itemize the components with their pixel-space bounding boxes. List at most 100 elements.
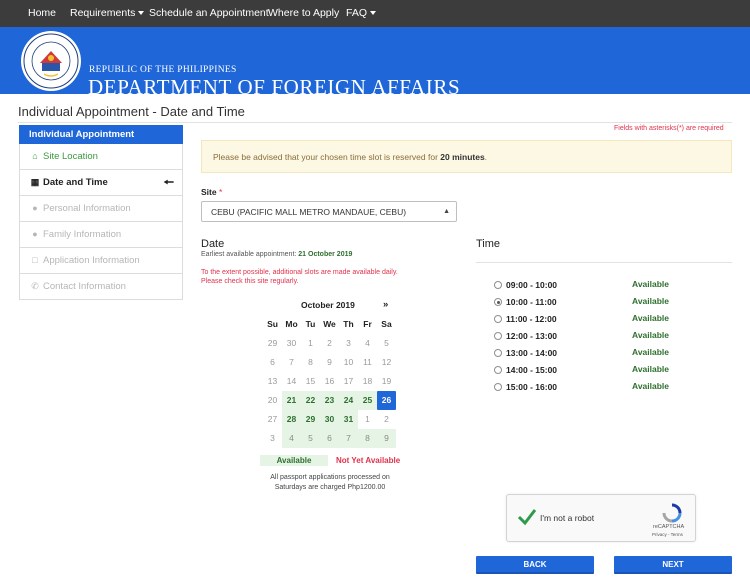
saturday-charge-note-line1: All passport applications processed on bbox=[270, 474, 390, 481]
calendar-day-available[interactable]: 22 bbox=[301, 391, 320, 410]
nav-faq[interactable]: FAQ bbox=[346, 0, 377, 27]
calendar-day: 9 bbox=[327, 357, 332, 367]
calendar-weekday-row: Su Mo Tu We Th Fr Sa bbox=[263, 315, 396, 334]
calendar-icon: ▦ bbox=[30, 177, 40, 187]
sidebar-item-label: Application Information bbox=[43, 255, 140, 266]
notice-end: . bbox=[484, 152, 488, 162]
header-banner: REPUBLIC OF THE PHILIPPINES DEPARTMENT O… bbox=[0, 27, 750, 108]
time-slot-label: 15:00 - 16:00 bbox=[506, 382, 558, 392]
calendar-week-row: 13 14 15 16 17 18 19 bbox=[263, 372, 396, 391]
sidebar-item-site-location[interactable]: ⌂ Site Location bbox=[19, 144, 183, 170]
weekday-label: We bbox=[323, 319, 336, 329]
time-slot-status: Available bbox=[632, 364, 670, 374]
time-slot[interactable]: 12:00 - 13:00 Available bbox=[494, 330, 732, 344]
nav-schedule-label: Schedule an Appointment bbox=[149, 7, 269, 19]
calendar-day-available[interactable]: 28 bbox=[282, 410, 301, 429]
calendar-day-available[interactable]: 29 bbox=[301, 410, 320, 429]
next-button[interactable]: NEXT bbox=[614, 556, 732, 574]
recaptcha-widget: I'm not a robot reCAPTCHA Privacy - Term… bbox=[506, 494, 696, 542]
sidebar-item-label: Date and Time bbox=[43, 177, 108, 188]
home-icon: ⌂ bbox=[32, 151, 38, 161]
time-slot-status: Available bbox=[632, 296, 670, 306]
weekday-label: Mo bbox=[285, 319, 298, 329]
calendar-day: 8 bbox=[308, 357, 313, 367]
time-slot-radio[interactable] bbox=[494, 281, 502, 289]
nav-home[interactable]: Home bbox=[28, 0, 56, 27]
sidebar-item-application-information: □ Application Information bbox=[19, 248, 183, 274]
calendar-day: 2 bbox=[384, 414, 389, 424]
time-slot-radio[interactable] bbox=[494, 349, 502, 357]
time-slot[interactable]: 09:00 - 10:00 Available bbox=[494, 279, 732, 293]
calendar-month: October 2019 bbox=[301, 300, 355, 310]
checkmark-icon[interactable] bbox=[517, 507, 537, 527]
earliest-value: 21 October 2019 bbox=[298, 251, 353, 258]
time-slot-status: Available bbox=[632, 330, 670, 340]
recaptcha-brand: reCAPTCHA bbox=[653, 524, 685, 530]
back-button[interactable]: BACK bbox=[476, 556, 594, 574]
nav-schedule[interactable]: Schedule an Appointment bbox=[149, 0, 269, 27]
notice-duration: 20 minutes bbox=[440, 152, 485, 162]
calendar-day: 3 bbox=[270, 433, 275, 443]
nav-where-label: Where to Apply bbox=[268, 7, 340, 19]
saturday-charge-note-line2: Saturdays are charged Php1200.00 bbox=[274, 484, 386, 491]
time-slot-label: 12:00 - 13:00 bbox=[506, 331, 558, 341]
nav-where-to-apply[interactable]: Where to Apply bbox=[268, 0, 339, 27]
sidebar-item-date-and-time[interactable]: ▦ Date and Time 🠔 bbox=[19, 170, 183, 196]
time-slot-label: 11:00 - 12:00 bbox=[506, 314, 557, 324]
sidebar-item-label: Family Information bbox=[43, 229, 122, 240]
calendar-day: 1 bbox=[308, 338, 313, 348]
calendar-day-available[interactable]: 30 bbox=[320, 410, 339, 429]
calendar-day: 27 bbox=[267, 414, 278, 424]
weekday-label: Su bbox=[267, 319, 278, 329]
notice-text: Please be advised that your chosen time … bbox=[213, 152, 441, 162]
calendar-day: 17 bbox=[343, 376, 354, 386]
dfa-seal-icon bbox=[21, 31, 81, 91]
time-slot-radio[interactable] bbox=[494, 383, 502, 391]
time-slot-radio[interactable] bbox=[494, 366, 502, 374]
calendar-day: 16 bbox=[324, 376, 335, 386]
legend-not-yet-available: Not Yet Available bbox=[336, 456, 401, 465]
calendar-week-row: 29 30 1 2 3 4 5 bbox=[263, 334, 396, 353]
time-slot[interactable]: 11:00 - 12:00 Available bbox=[494, 313, 732, 327]
time-slot-radio[interactable] bbox=[494, 315, 502, 323]
time-slot[interactable]: 13:00 - 14:00 Available bbox=[494, 347, 732, 361]
calendar-day-available[interactable]: 23 bbox=[320, 391, 339, 410]
time-slot-status: Available bbox=[632, 279, 670, 289]
caret-down-icon bbox=[138, 11, 145, 16]
nav-requirements[interactable]: Requirements bbox=[70, 0, 145, 27]
calendar-day: 19 bbox=[381, 376, 392, 386]
time-slot[interactable]: 10:00 - 11:00 Available bbox=[494, 296, 732, 310]
calendar-day: 7 bbox=[339, 429, 358, 448]
site-select[interactable]: CEBU (PACIFIC MALL METRO MANDAUE, CEBU) … bbox=[201, 201, 457, 222]
calendar-day: 13 bbox=[267, 376, 278, 386]
recaptcha-privacy-terms[interactable]: Privacy - Terms bbox=[652, 532, 683, 537]
time-divider bbox=[476, 262, 732, 263]
calendar-next-month-button[interactable]: » bbox=[383, 299, 388, 310]
sidebar-item-personal-information: ● Personal Information bbox=[19, 196, 183, 222]
calendar-day: 18 bbox=[362, 376, 373, 386]
calendar-day-available[interactable]: 25 bbox=[358, 391, 377, 410]
sidebar-item-family-information: ● Family Information bbox=[19, 222, 183, 248]
calendar-day: 6 bbox=[270, 357, 275, 367]
required-fields-note: Fields with asterisks(*) are required bbox=[614, 125, 724, 132]
earliest-label: Earliest available appointment: bbox=[201, 251, 299, 258]
calendar-day: 15 bbox=[305, 376, 316, 386]
time-slot-status: Available bbox=[632, 313, 670, 323]
time-slot-radio[interactable] bbox=[494, 332, 502, 340]
sidebar-item-label: Personal Information bbox=[43, 203, 131, 214]
time-slot-label: 13:00 - 14:00 bbox=[506, 348, 558, 358]
time-slot-radio[interactable] bbox=[494, 298, 502, 306]
calendar-day-available[interactable]: 24 bbox=[339, 391, 358, 410]
top-navbar: Home Requirements Schedule an Appointmen… bbox=[0, 0, 750, 27]
calendar-day-available[interactable]: 21 bbox=[282, 391, 301, 410]
calendar-day-selected[interactable]: 26 bbox=[377, 391, 396, 410]
calendar-day: 2 bbox=[327, 338, 332, 348]
calendar-day-available[interactable]: 31 bbox=[339, 410, 358, 429]
family-icon: ● bbox=[32, 229, 38, 239]
title-divider bbox=[18, 122, 732, 123]
calendar-week-row: 3456789 bbox=[263, 429, 396, 448]
calendar-day: 11 bbox=[363, 357, 372, 367]
time-slot[interactable]: 15:00 - 16:00 Available bbox=[494, 381, 732, 395]
time-slot[interactable]: 14:00 - 15:00 Available bbox=[494, 364, 732, 378]
availability-warning-line1: To the extent possible, additional slots… bbox=[201, 269, 398, 276]
